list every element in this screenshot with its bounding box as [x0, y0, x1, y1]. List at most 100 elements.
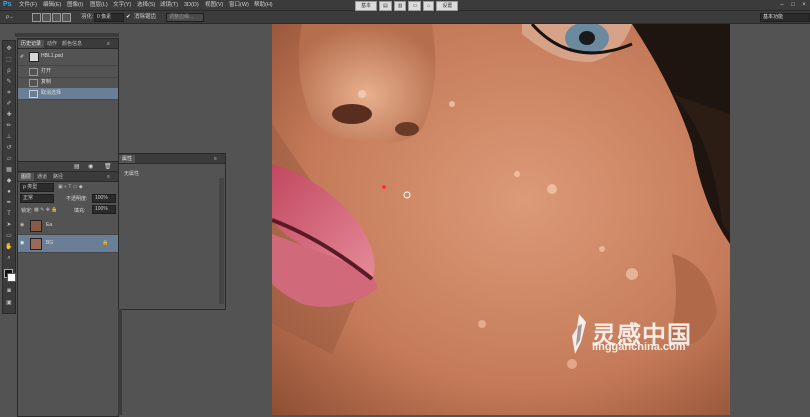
- path-select-icon[interactable]: ➤: [5, 221, 13, 229]
- tab-actions[interactable]: 动作: [44, 40, 60, 48]
- center-controls: 基本 ▤ ▥ ▭ ⌂ 设置: [355, 0, 459, 11]
- workspace-select[interactable]: 基本功能: [760, 13, 810, 22]
- history-item-label: 复制: [41, 79, 52, 85]
- layer-row[interactable]: ◉ Ea: [18, 217, 118, 235]
- healing-brush-icon[interactable]: ✚: [5, 111, 13, 119]
- menu-type[interactable]: 文字(Y): [113, 1, 131, 9]
- document-canvas[interactable]: [272, 24, 730, 415]
- properties-content: 无属性: [124, 171, 140, 177]
- clone-stamp-icon[interactable]: ⊥: [5, 133, 13, 141]
- layer-name: Ea: [46, 222, 53, 228]
- layer-thumbnail: [30, 238, 42, 250]
- move-tool-icon[interactable]: ✥: [5, 45, 13, 53]
- menu-help[interactable]: 帮助(H): [254, 1, 273, 9]
- intersect-selection-icon[interactable]: [62, 13, 71, 22]
- shape-tool-icon[interactable]: ▭: [5, 232, 13, 240]
- trash-icon[interactable]: 🗑: [104, 163, 112, 170]
- history-brush-icon[interactable]: ↺: [5, 144, 13, 152]
- blur-tool-icon[interactable]: ◆: [5, 177, 13, 185]
- menu-edit[interactable]: 编辑(E): [43, 1, 61, 9]
- panel-dock-strip: [15, 33, 119, 37]
- menu-select[interactable]: 选择(S): [137, 1, 155, 9]
- fill-input[interactable]: 100%: [92, 205, 116, 214]
- snapshot-thumbnail: [29, 52, 39, 62]
- properties-tabs: 属性 ≡: [119, 154, 225, 164]
- home-icon[interactable]: ⌂: [423, 1, 435, 11]
- visibility-eye-icon[interactable]: ◉: [20, 235, 24, 252]
- screen-mode-icon[interactable]: ▣: [5, 299, 13, 307]
- portrait-photo: [272, 24, 730, 415]
- tab-info[interactable]: 颜色信息: [59, 40, 85, 48]
- history-panel: 历史记录 动作 颜色信息 ≡ ✐ HBL1.psd 打开 复制 取消选择 ▤ ◉…: [17, 38, 119, 172]
- subtract-selection-icon[interactable]: [52, 13, 61, 22]
- lock-icons[interactable]: ▩ ✎ ✥ 🔒: [34, 207, 58, 213]
- history-item-label: 打开: [41, 68, 52, 74]
- visibility-eye-icon[interactable]: ◉: [20, 217, 24, 234]
- menu-image[interactable]: 图像(I): [67, 1, 83, 9]
- maximize-icon[interactable]: □: [789, 1, 797, 9]
- marquee-tool-icon[interactable]: ⬚: [5, 56, 13, 64]
- menu-filter[interactable]: 滤镜(T): [160, 1, 178, 9]
- add-selection-icon[interactable]: [42, 13, 51, 22]
- dodge-tool-icon[interactable]: ●: [5, 188, 13, 196]
- history-brush-source-icon[interactable]: ✐: [20, 52, 24, 63]
- settings-button[interactable]: 设置: [436, 1, 459, 11]
- layer-filter-select[interactable]: ρ 类型: [20, 183, 54, 192]
- lock-label: 锁定:: [21, 208, 33, 214]
- tools-panel: ✥ ⬚ ρ ✎ ⌗ ✐ ✚ ✏ ⊥ ↺ ▱ ▦ ◆ ● ✒ T ➤ ▭ ✋ ⌕ …: [2, 40, 16, 314]
- tab-properties[interactable]: 属性: [119, 155, 136, 163]
- menu-layer[interactable]: 图层(L): [90, 1, 108, 9]
- properties-scrollbar[interactable]: [219, 178, 224, 304]
- layer-thumbnail: [30, 220, 42, 232]
- quick-mask-icon[interactable]: ◙: [5, 287, 13, 295]
- lasso-tool-icon[interactable]: ρ⌄: [6, 13, 14, 21]
- watermark-url: lingganchina.com: [592, 341, 686, 353]
- arrange-icon[interactable]: ▥: [393, 1, 407, 11]
- history-snapshot[interactable]: ✐ HBL1.psd: [18, 49, 118, 66]
- history-item-selected[interactable]: 取消选择: [18, 88, 118, 100]
- menu-3d[interactable]: 3D(D): [184, 1, 199, 9]
- menu-view[interactable]: 视图(V): [205, 1, 223, 9]
- feather-input[interactable]: 0 像素: [94, 13, 124, 22]
- basic-button[interactable]: 基本: [355, 1, 378, 11]
- gradient-tool-icon[interactable]: ▦: [5, 166, 13, 174]
- brush-tool-icon[interactable]: ✏: [5, 122, 13, 130]
- new-document-icon[interactable]: ▤: [74, 163, 80, 170]
- tab-channels[interactable]: 通道: [34, 173, 50, 181]
- type-tool-icon[interactable]: T: [5, 210, 13, 218]
- opacity-input[interactable]: 100%: [92, 194, 116, 203]
- background-color-swatch[interactable]: [7, 273, 16, 282]
- history-state-icon: [29, 68, 38, 76]
- layer-filter-icons[interactable]: ▣ ◐ T ▭ ◆: [58, 184, 83, 190]
- hand-tool-icon[interactable]: ✋: [5, 243, 13, 251]
- tab-paths[interactable]: 路径: [50, 173, 66, 181]
- camera-icon[interactable]: ◉: [88, 163, 93, 170]
- tab-history[interactable]: 历史记录: [18, 40, 45, 48]
- properties-panel: 属性 ≡ 无属性: [118, 153, 226, 310]
- refine-edge-button[interactable]: 调整边缘...: [166, 13, 204, 22]
- menu-file[interactable]: 文件(F): [19, 1, 37, 9]
- panel-menu-icon[interactable]: ≡: [211, 155, 220, 163]
- zoom-tool-icon[interactable]: ⌕: [5, 254, 13, 262]
- options-bar: ρ⌄ 羽化: 0 像素 ✔ 消除锯齿 调整边缘... 基本功能: [0, 11, 810, 24]
- blend-mode-select[interactable]: 正常: [20, 194, 54, 203]
- panel-menu-icon[interactable]: ≡: [104, 173, 113, 181]
- tab-layers[interactable]: 图层: [18, 173, 35, 181]
- crop-tool-icon[interactable]: ⌗: [5, 89, 13, 97]
- layer-row-selected[interactable]: ◉ BG 🔒: [18, 235, 118, 253]
- eraser-tool-icon[interactable]: ▱: [5, 155, 13, 163]
- eyedropper-tool-icon[interactable]: ✐: [5, 100, 13, 108]
- close-icon[interactable]: ×: [800, 1, 808, 9]
- menu-window[interactable]: 窗口(W): [229, 1, 249, 9]
- minimize-icon[interactable]: –: [778, 1, 786, 9]
- quick-select-tool-icon[interactable]: ✎: [5, 78, 13, 86]
- screen-mode-icon[interactable]: ▭: [408, 1, 422, 11]
- history-item-label: 取消选择: [41, 90, 62, 96]
- panel-menu-icon[interactable]: ≡: [104, 40, 113, 48]
- view-mode-icon[interactable]: ▤: [379, 1, 392, 11]
- pen-tool-icon[interactable]: ✒: [5, 199, 13, 207]
- lasso-tool-icon[interactable]: ρ: [5, 67, 13, 75]
- antialias-checkbox[interactable]: ✔: [126, 13, 131, 21]
- history-tabs: 历史记录 动作 颜色信息 ≡: [18, 39, 118, 49]
- new-selection-icon[interactable]: [32, 13, 41, 22]
